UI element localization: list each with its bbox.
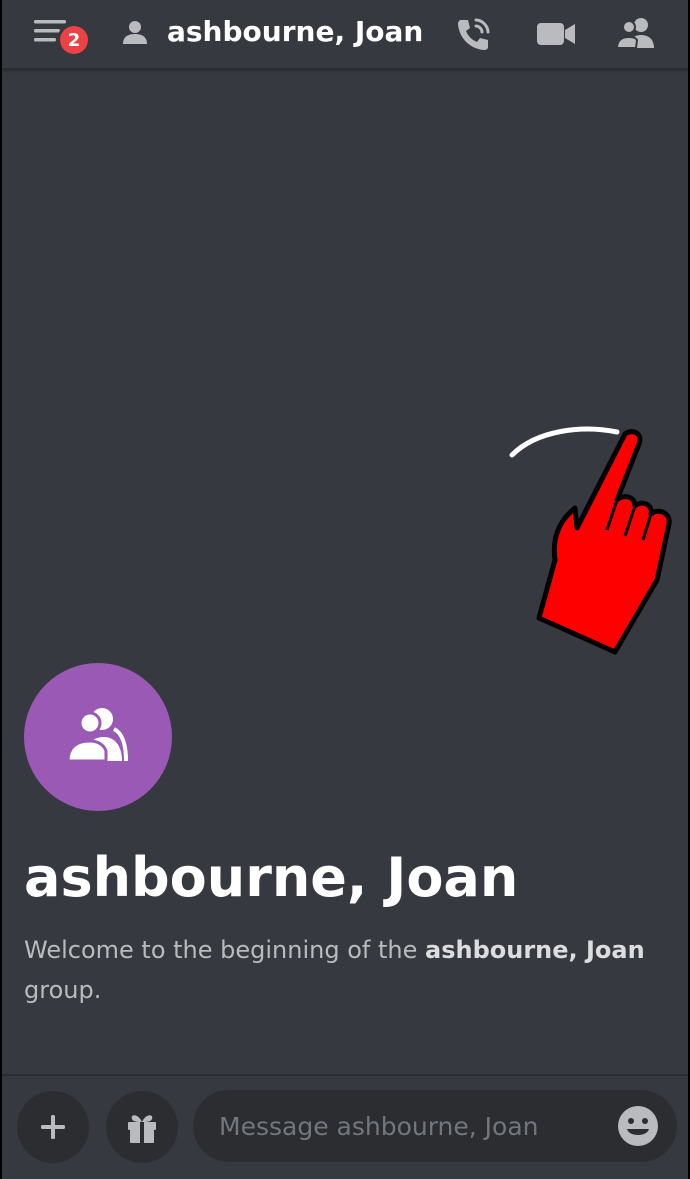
tap-pointer-icon [509,426,672,655]
emoji-button[interactable] [615,1103,661,1149]
message-input[interactable] [193,1090,677,1162]
chat-screen: 2 ashbourne, Joan ashbourne, Joan Welcom… [0,0,690,1179]
welcome-group-name: ashbourne, Joan [425,936,645,964]
welcome-intro: Welcome to the beginning of the [24,936,425,964]
group-icon [66,708,128,763]
member-list-button[interactable] [614,12,658,56]
user-icon [123,21,147,44]
add-attachment-button[interactable] [17,1091,89,1163]
gift-button[interactable] [106,1091,178,1163]
welcome-text: Welcome to the beginning of the ashbourn… [24,930,664,1010]
voice-call-button[interactable] [452,12,496,56]
smiley-icon [618,1106,658,1146]
group-name-heading: ashbourne, Joan [24,846,519,909]
channel-title: ashbourne, Joan [167,15,424,48]
gift-icon [128,1115,156,1143]
plus-icon [41,1115,65,1139]
phone-call-icon [458,18,490,50]
members-icon [615,18,654,49]
channel-header: 2 ashbourne, Joan [2,0,688,70]
group-avatar [24,663,172,811]
video-call-button[interactable] [534,12,578,56]
video-camera-icon [537,23,575,45]
menu-button[interactable]: 2 [32,14,96,58]
notification-badge: 2 [60,26,88,54]
welcome-suffix: group. [24,976,102,1004]
